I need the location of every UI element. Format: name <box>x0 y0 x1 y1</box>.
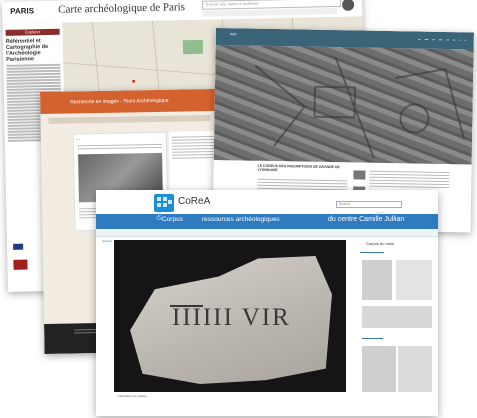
corea-search-input[interactable]: Search... <box>336 201 402 208</box>
flag-logo <box>13 243 24 250</box>
corpus-section-title: LE CORPUS DES INSCRIPTIONS DE GRANDE DE … <box>257 163 340 173</box>
photo-caption: Inscription sur plaque <box>118 394 147 398</box>
result-heading: ― <box>75 136 80 142</box>
document-thumbnail[interactable] <box>396 260 432 300</box>
inscription-photo[interactable]: IIIIII VIR <box>114 240 346 392</box>
document-thumbnail[interactable] <box>398 346 432 392</box>
stone-relief-banner <box>213 44 474 165</box>
gear-icon[interactable] <box>342 0 355 11</box>
corea-nav: Accueil Corpus Ressources Recherche Aide… <box>96 229 438 243</box>
column-title: Corpus du mois <box>366 241 395 246</box>
band-centre: du centre Camille Jullian <box>328 216 405 223</box>
institution-logo <box>13 259 28 270</box>
paris-title: Carte archéologique de Paris <box>58 1 186 16</box>
document-thumbnail[interactable] <box>362 346 396 392</box>
band-ressources: ressources archéologiques <box>202 216 280 223</box>
explore-button[interactable]: Explorer <box>5 28 60 36</box>
corea-logo-icon <box>154 194 174 212</box>
nav-item[interactable]: Accueil <box>102 239 112 243</box>
result-text <box>74 143 166 150</box>
tours-header: Recherche en images - Tours Archéologiqu… <box>40 88 219 114</box>
band-corpus: Corpus <box>162 216 183 223</box>
inscription-text: IIIIII VIR <box>170 304 291 331</box>
relief-graphic <box>254 56 466 159</box>
document-thumbnail[interactable] <box>362 260 392 300</box>
thumbnail[interactable] <box>353 170 366 180</box>
paris-logo: PARIS <box>10 6 35 16</box>
corea-window: CoReA Search... ――― Corpus & ressources … <box>96 190 438 416</box>
corpus-menu[interactable]: ▪▪ ▪▪▪ ▪▪ ▪▪▪ ▪▪ ▪▪ ▪ ▪ <box>418 38 466 43</box>
sidebar-link[interactable]: ▬▬▬▬▬▬▬▬ <box>360 250 432 254</box>
corea-brand[interactable]: CoReA <box>178 196 210 207</box>
corpus-logo: ≈≈ <box>229 32 237 39</box>
corea-title-band: Corpus & ressources archéologiques du ce… <box>96 211 438 229</box>
sidebar-link[interactable]: ▬▬▬▬▬▬▬ <box>362 336 434 340</box>
corpus-news <box>369 169 450 190</box>
side-text <box>169 131 218 163</box>
band-ampersand: & <box>156 211 164 223</box>
document-thumbnail[interactable] <box>362 306 432 328</box>
sidebar-heading: Référentiel et Cartographie de l'Archéol… <box>5 38 49 63</box>
tours-nav[interactable] <box>48 115 211 124</box>
